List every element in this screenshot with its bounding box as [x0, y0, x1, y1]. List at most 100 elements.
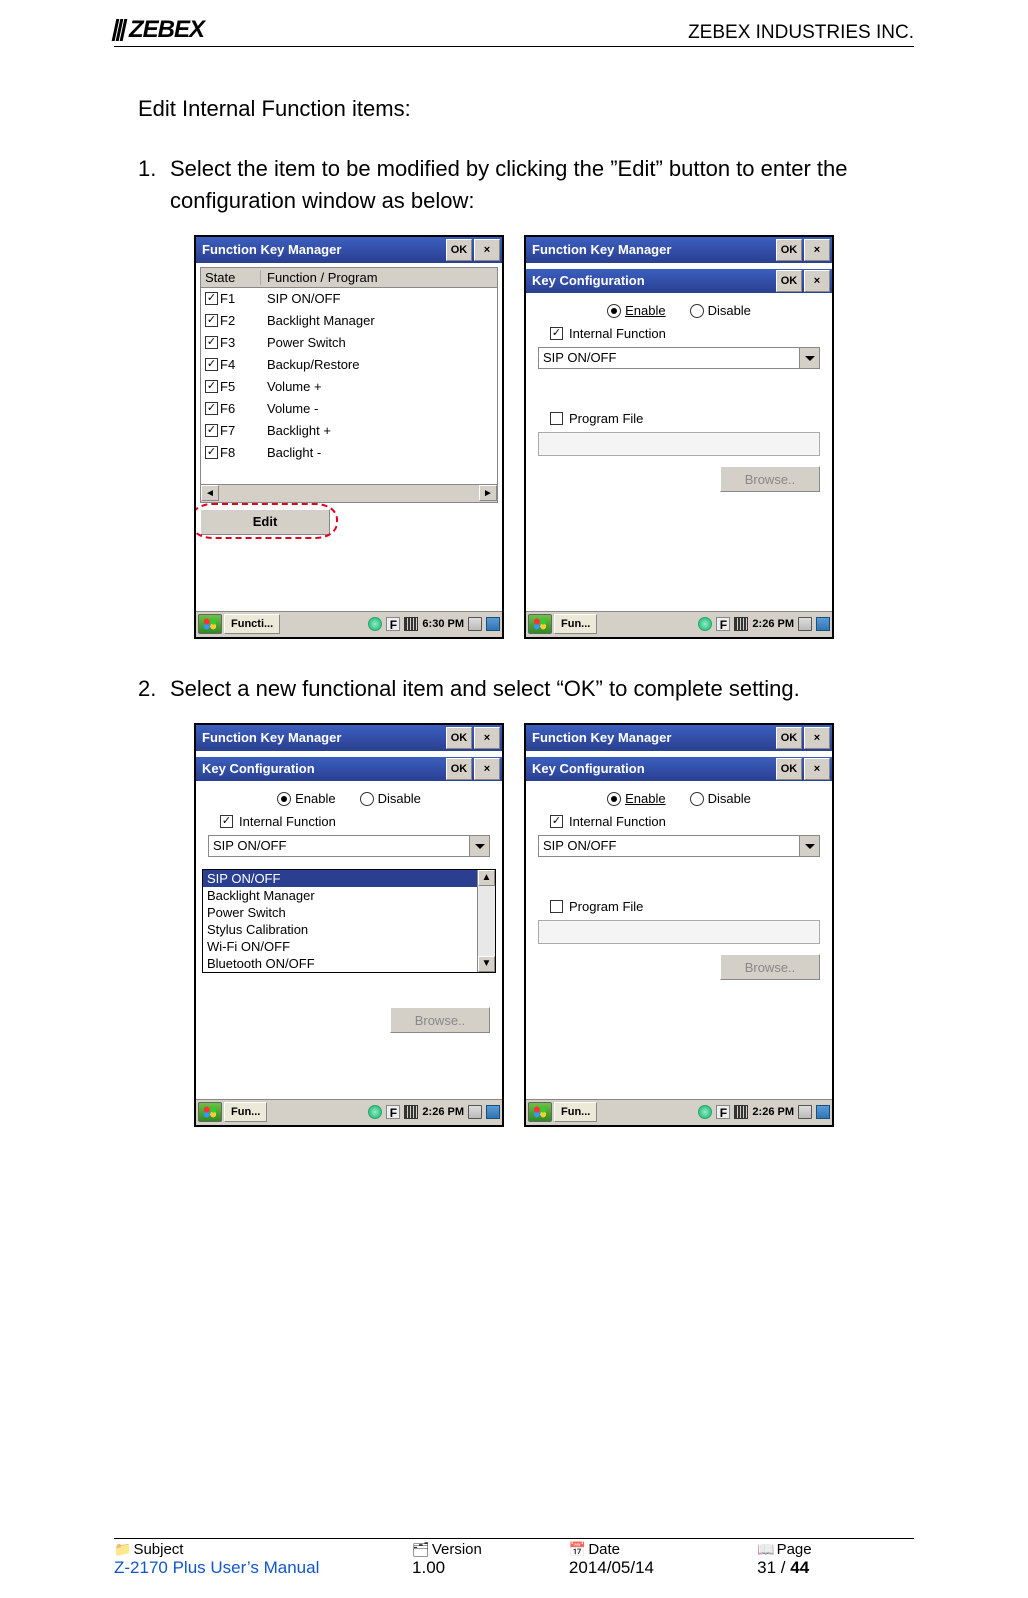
program-file-checkbox[interactable]	[550, 900, 563, 913]
ok-button[interactable]: OK	[776, 270, 802, 292]
sip-keyboard-icon[interactable]	[468, 617, 482, 631]
taskbar-app[interactable]: Functi...	[224, 614, 280, 634]
program-file-input[interactable]	[538, 432, 820, 456]
battery-icon[interactable]	[734, 1105, 748, 1119]
close-button[interactable]: ×	[474, 758, 500, 780]
table-row[interactable]: F1SIP ON/OFF	[201, 288, 497, 310]
table-row[interactable]: F8Baclight -	[201, 442, 497, 464]
close-button[interactable]: ×	[804, 727, 830, 749]
page-footer: 📁Subject 🗂Version 📅Date 📖Page Z-2170 Plu…	[114, 1538, 914, 1578]
window-title: Function Key Manager	[202, 730, 446, 745]
f-mode-icon[interactable]: F	[386, 617, 400, 631]
scroll-right-icon[interactable]: ►	[479, 485, 497, 501]
close-button[interactable]: ×	[474, 727, 500, 749]
taskbar-app[interactable]: Fun...	[554, 614, 597, 634]
row-key: F1	[220, 291, 235, 306]
row-checkbox[interactable]	[205, 424, 218, 437]
taskbar-app[interactable]: Fun...	[554, 1102, 597, 1122]
table-row[interactable]: F2Backlight Manager	[201, 310, 497, 332]
disable-radio[interactable]: Disable	[690, 303, 751, 319]
table-row[interactable]: F5Volume +	[201, 376, 497, 398]
close-button[interactable]: ×	[474, 239, 500, 261]
row-checkbox[interactable]	[205, 446, 218, 459]
sip-keyboard-icon[interactable]	[798, 1105, 812, 1119]
start-button[interactable]	[198, 614, 222, 634]
chevron-down-icon[interactable]	[799, 348, 819, 368]
ok-button[interactable]: OK	[446, 758, 472, 780]
dropdown-scrollbar[interactable]: ▲ ▼	[477, 870, 495, 972]
dropdown-option[interactable]: SIP ON/OFF	[203, 870, 477, 887]
network-icon[interactable]	[368, 1105, 382, 1119]
internal-fn-dropdown[interactable]: SIP ON/OFF	[208, 835, 490, 857]
window-titlebar: Function Key Manager OK ×	[526, 237, 832, 263]
row-checkbox[interactable]	[205, 292, 218, 305]
scroll-up-icon[interactable]: ▲	[478, 870, 495, 886]
f-mode-icon[interactable]: F	[716, 617, 730, 631]
row-checkbox[interactable]	[205, 314, 218, 327]
internal-fn-checkbox[interactable]	[220, 815, 233, 828]
taskbar-app[interactable]: Fun...	[224, 1102, 267, 1122]
ok-button[interactable]: OK	[446, 239, 472, 261]
row-function: Power Switch	[261, 335, 497, 350]
table-row[interactable]: F7Backlight +	[201, 420, 497, 442]
table-row[interactable]: F4Backup/Restore	[201, 354, 497, 376]
internal-fn-checkbox[interactable]	[550, 815, 563, 828]
disable-radio[interactable]: Disable	[690, 791, 751, 807]
internal-fn-checkbox[interactable]	[550, 327, 563, 340]
browse-button[interactable]: Browse..	[390, 1007, 490, 1033]
f-mode-icon[interactable]: F	[386, 1105, 400, 1119]
internal-fn-dropdown[interactable]: SIP ON/OFF	[538, 347, 820, 369]
dropdown-list[interactable]: SIP ON/OFFBacklight ManagerPower SwitchS…	[202, 869, 496, 973]
dropdown-option[interactable]: Stylus Calibration	[203, 921, 477, 938]
ok-button[interactable]: OK	[776, 727, 802, 749]
close-button[interactable]: ×	[804, 239, 830, 261]
enable-radio[interactable]: Enable	[277, 791, 335, 807]
browse-button[interactable]: Browse..	[720, 954, 820, 980]
f-mode-icon[interactable]: F	[716, 1105, 730, 1119]
table-row[interactable]: F3Power Switch	[201, 332, 497, 354]
desktop-icon[interactable]	[816, 617, 830, 631]
dropdown-option[interactable]: Power Switch	[203, 904, 477, 921]
network-icon[interactable]	[368, 617, 382, 631]
ok-button[interactable]: OK	[776, 239, 802, 261]
ok-button[interactable]: OK	[776, 758, 802, 780]
chevron-down-icon[interactable]	[799, 836, 819, 856]
horizontal-scrollbar[interactable]: ◄ ►	[201, 484, 497, 502]
desktop-icon[interactable]	[486, 617, 500, 631]
sip-keyboard-icon[interactable]	[798, 617, 812, 631]
ok-button[interactable]: OK	[446, 727, 472, 749]
enable-radio[interactable]: Enable	[607, 791, 665, 807]
dropdown-option[interactable]: Backlight Manager	[203, 887, 477, 904]
scroll-down-icon[interactable]: ▼	[478, 956, 495, 972]
window-titlebar: Function Key Manager OK ×	[526, 725, 832, 751]
internal-fn-dropdown[interactable]: SIP ON/OFF	[538, 835, 820, 857]
zebex-logo: ZEBEX	[114, 16, 204, 44]
row-checkbox[interactable]	[205, 358, 218, 371]
program-file-checkbox[interactable]	[550, 412, 563, 425]
battery-icon[interactable]	[404, 1105, 418, 1119]
browse-button[interactable]: Browse..	[720, 466, 820, 492]
dropdown-option[interactable]: Wi-Fi ON/OFF	[203, 938, 477, 955]
battery-icon[interactable]	[404, 617, 418, 631]
disable-radio[interactable]: Disable	[360, 791, 421, 807]
desktop-icon[interactable]	[816, 1105, 830, 1119]
desktop-icon[interactable]	[486, 1105, 500, 1119]
scroll-left-icon[interactable]: ◄	[201, 485, 219, 501]
close-button[interactable]: ×	[804, 758, 830, 780]
start-button[interactable]	[198, 1102, 222, 1122]
close-button[interactable]: ×	[804, 270, 830, 292]
dropdown-option[interactable]: Bluetooth ON/OFF	[203, 955, 477, 972]
network-icon[interactable]	[698, 617, 712, 631]
program-file-input[interactable]	[538, 920, 820, 944]
network-icon[interactable]	[698, 1105, 712, 1119]
table-row[interactable]: F6Volume -	[201, 398, 497, 420]
chevron-down-icon[interactable]	[469, 836, 489, 856]
battery-icon[interactable]	[734, 617, 748, 631]
start-button[interactable]	[528, 1102, 552, 1122]
start-button[interactable]	[528, 614, 552, 634]
row-checkbox[interactable]	[205, 336, 218, 349]
enable-radio[interactable]: Enable	[607, 303, 665, 319]
row-checkbox[interactable]	[205, 402, 218, 415]
row-checkbox[interactable]	[205, 380, 218, 393]
sip-keyboard-icon[interactable]	[468, 1105, 482, 1119]
